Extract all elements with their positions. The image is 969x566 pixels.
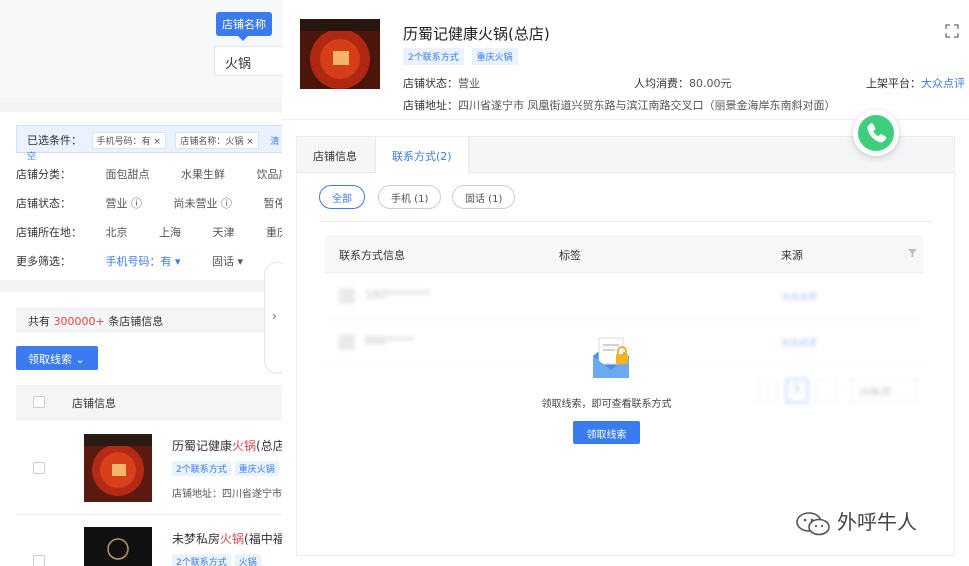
contact-filter-landline[interactable]: 固话 (1) [452,185,516,209]
shop-address: 店铺地址：四川省遂宁市 凤凰街道兴贸东路与滨江南路交叉口（丽景金海岸东南斜对面） [403,99,836,112]
filter-row-more: 更多筛选： 手机号码：有 ▾ 固话 ▾ [16,253,244,269]
fullscreen-icon[interactable] [945,24,959,38]
shop-tags: 2个联系方式 火锅 [172,554,265,566]
detail-header: 历蜀记健康火锅(总店) 2个联系方式 重庆火锅 店铺状态：营业 人均消费：80.… [282,0,969,120]
filter-option[interactable]: 水果生鲜 [181,166,225,182]
shop-status: 店铺状态：营业 [403,77,480,90]
tag-category: 重庆火锅 [471,48,518,65]
tag-contact-count: 2个联系方式 [403,48,464,65]
listing-platform: 上架平台：大众点评 [866,77,965,90]
filter-option[interactable]: 天津 [213,224,235,240]
platform-link[interactable]: 大众点评 [921,77,965,90]
contact-row-blurred: 180******** 大众点评 [325,273,923,319]
shop-title: 历蜀记健康火锅(总店) [403,25,550,43]
call-button[interactable] [853,110,899,156]
phone-icon [867,123,887,143]
filter-row-category: 店铺分类： 面包甜点 水果生鲜 饮品店 [16,166,290,182]
divider [319,221,931,222]
total-count: 300000+ [53,315,105,328]
list-table-header [16,385,290,421]
shop-image [300,19,380,89]
filter-option[interactable]: 营业 ⓘ [106,195,143,211]
filter-dropdown-landline[interactable]: 固话 ▾ [212,253,243,269]
wechat-icon [796,511,830,535]
column-header-contact: 联系方式信息 [339,249,405,262]
tab-contacts[interactable]: 联系方式(2) [375,137,469,174]
contacts-table-header: 联系方式信息 标签 来源 [325,235,923,273]
shop-tags: 2个联系方式 重庆火锅 [172,461,283,476]
search-field-tooltip: 店铺名称 [216,12,272,41]
condition-tag[interactable]: 店铺名称：火锅 × [175,132,259,149]
filter-icon[interactable] [908,249,917,257]
filter-row-status: 店铺状态： 营业 ⓘ 尚未营业 ⓘ 暂停营 [16,195,297,211]
shop-thumbnail [84,434,152,502]
filter-row-location: 店铺所在地： 北京 上海 天津 重庆 [16,224,288,240]
condition-tag[interactable]: 手机号码：有 × [91,132,166,149]
watermark: 外呼牛人 [795,506,917,537]
get-leads-button[interactable]: 领取线索 ⌄ [16,346,98,370]
tab-shop-info[interactable]: 店铺信息 [297,137,373,173]
phone-type-icon [339,334,355,350]
locked-contacts-message: 领取线索，即可查看联系方式 [541,399,672,410]
shop-detail-drawer: 历蜀记健康火锅(总店) 2个联系方式 重庆火锅 店铺状态：营业 人均消费：80.… [282,0,969,566]
filter-option[interactable]: 上海 [159,224,181,240]
shop-address: 店铺地址：四川省遂宁市 [172,489,282,500]
detail-body: 店铺信息 联系方式(2) 全部 手机 (1) 固话 (1) 联系方式信息 标签 … [296,136,955,556]
chevron-right-icon: › [272,309,277,323]
average-spend: 人均消费：80.00元 [634,77,732,90]
total-count-bar: 共有 300000+ 条店铺信息 [16,307,286,333]
shop-thumbnail [84,527,152,566]
envelope-lock-icon [593,337,629,378]
column-header-source: 来源 [781,249,803,262]
row-checkbox[interactable] [33,555,45,566]
select-all-checkbox[interactable] [33,396,45,408]
column-header-shop: 店铺信息 [72,397,116,410]
filter-option[interactable]: 面包甜点 [106,166,150,182]
contact-filter-mobile[interactable]: 手机 (1) [378,185,442,209]
filter-option[interactable]: 尚未营业 ⓘ [174,195,233,211]
shop-tags: 2个联系方式 重庆火锅 [403,48,522,65]
filter-dropdown-phone[interactable]: 手机号码：有 ▾ [106,253,181,269]
selected-conditions-label: 已选条件： [27,134,82,147]
contact-filter-all[interactable]: 全部 [319,185,365,209]
phone-type-icon [339,288,355,304]
shop-name[interactable]: 历蜀记健康火锅(总店 [172,437,285,454]
selected-conditions-bar: 已选条件： 手机号码：有 × 店铺名称：火锅 × 清空 [16,125,296,162]
shop-name[interactable]: 未梦私房火锅(福中福 [172,530,285,547]
column-header-label: 标签 [559,249,581,262]
get-leads-reveal-button[interactable]: 领取线索 [573,421,640,444]
row-checkbox[interactable] [33,462,45,474]
filter-option[interactable]: 北京 [106,224,128,240]
